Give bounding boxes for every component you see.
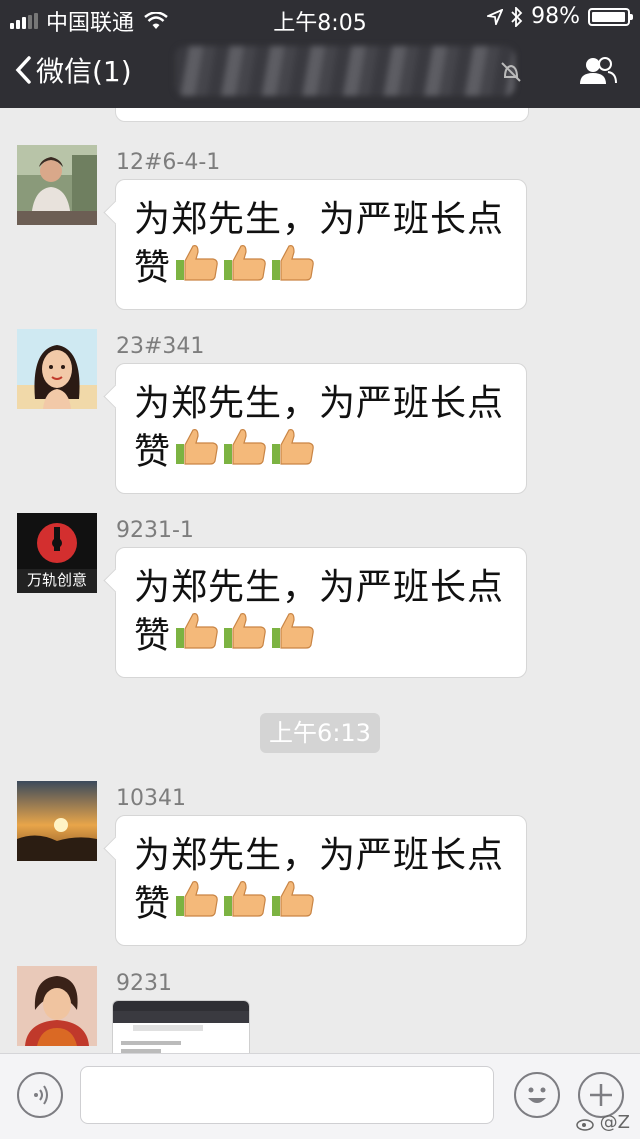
sender-name: 12#6-4-1 <box>116 150 221 175</box>
input-bar: @Z <box>0 1053 640 1139</box>
message-bubble[interactable]: 为郑先生，为严班长点赞 <box>115 547 527 678</box>
thumbs-up-icon <box>271 880 315 931</box>
back-label: 微信(1) <box>36 55 132 88</box>
previous-message-bubble <box>115 108 529 122</box>
emoji-icon <box>528 1087 546 1103</box>
emoji-button[interactable] <box>514 1072 560 1118</box>
watermark: @Z <box>575 1112 630 1133</box>
avatar[interactable] <box>17 781 97 861</box>
battery-icon <box>588 7 633 26</box>
avatar[interactable] <box>17 966 97 1046</box>
message-bubble[interactable]: 为郑先生，为严班长点赞 <box>115 179 527 310</box>
bluetooth-icon <box>511 6 523 27</box>
timestamp-pill: 上午6:13 <box>260 713 380 753</box>
thumbs-up-icon <box>223 428 267 479</box>
location-icon <box>487 8 504 25</box>
voice-button[interactable] <box>17 1072 63 1118</box>
avatar[interactable] <box>17 329 97 409</box>
thumbs-up-icon <box>223 244 267 295</box>
thumbs-up-icon <box>175 244 219 295</box>
chat-title-redacted <box>175 46 515 96</box>
sender-name: 9231 <box>116 971 172 996</box>
avatar-label: 万轨创意 <box>26 571 87 589</box>
thumbs-up-icon <box>223 612 267 663</box>
thumbs-up-icon <box>223 880 267 931</box>
chevron-left-icon <box>15 56 31 84</box>
thumbs-up-icon <box>271 612 315 663</box>
mute-icon <box>501 62 521 82</box>
battery-percent: 98% <box>531 4 580 29</box>
chat-area[interactable]: 12#6-4-1 为郑先生，为严班长点赞 23#341 为郑先生，为严班长点赞 <box>0 108 640 1053</box>
thumbs-up-icon <box>175 428 219 479</box>
avatar[interactable] <box>17 145 97 225</box>
plus-icon <box>590 1084 612 1106</box>
sender-name: 10341 <box>116 786 186 811</box>
contacts-icon[interactable] <box>578 56 618 86</box>
weibo-icon <box>575 1118 594 1131</box>
thumbs-up-icon <box>271 244 315 295</box>
sender-name: 23#341 <box>116 334 205 359</box>
thumbs-up-icon <box>271 428 315 479</box>
thumbs-up-icon <box>175 880 219 931</box>
avatar[interactable]: 万轨创意 <box>17 513 97 593</box>
image-message[interactable] <box>112 1000 250 1053</box>
message-bubble[interactable]: 为郑先生，为严班长点赞 <box>115 363 527 494</box>
chat-header: 微信(1) <box>0 36 640 108</box>
back-button[interactable]: 微信(1) <box>14 50 132 90</box>
watermark-text: @Z <box>599 1112 630 1133</box>
message-bubble[interactable]: 为郑先生，为严班长点赞 <box>115 815 527 946</box>
status-bar: 中国联通 上午8:05 98% <box>0 0 640 36</box>
thumbs-up-icon <box>175 612 219 663</box>
message-input[interactable] <box>80 1066 494 1124</box>
sender-name: 9231-1 <box>116 518 194 543</box>
voice-icon <box>34 1085 48 1105</box>
